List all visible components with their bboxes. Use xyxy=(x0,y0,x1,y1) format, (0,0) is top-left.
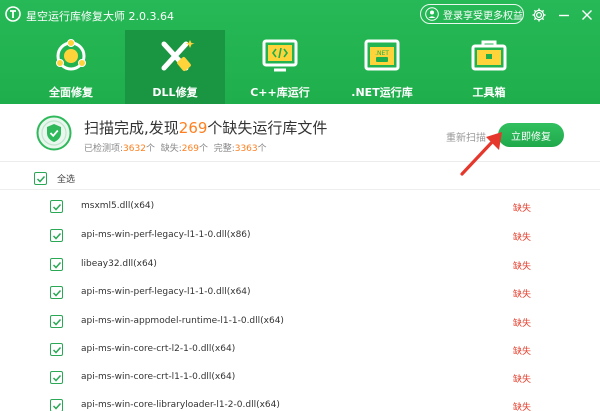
item-name: api-ms-win-perf-legacy-l1-1-0.dll(x64) xyxy=(81,287,251,297)
check-icon xyxy=(52,346,62,354)
item-status: 缺失 xyxy=(513,204,532,214)
tab-full-repair[interactable]: 全面修复 xyxy=(21,30,121,104)
item-status: 缺失 xyxy=(513,347,532,357)
select-all-checkbox[interactable] xyxy=(34,172,47,185)
item-status: 缺失 xyxy=(513,233,532,243)
code-monitor-icon xyxy=(262,39,298,72)
item-name: api-ms-win-core-crt-l2-1-0.dll(x64) xyxy=(81,344,236,354)
scan-headline: 扫描完成,发现269个缺失运行库文件 xyxy=(84,119,328,137)
item-status: 缺失 xyxy=(513,403,532,411)
check-icon xyxy=(52,232,62,240)
tab-label: C++库运行 xyxy=(250,86,310,99)
item-status: 缺失 xyxy=(513,319,532,329)
item-checkbox[interactable] xyxy=(50,343,63,356)
list-item[interactable]: api-ms-win-perf-legacy-l1-1-0.dll(x64) 缺… xyxy=(0,278,600,306)
dll-list: msxml5.dll(x64) 缺失 api-ms-win-perf-legac… xyxy=(0,192,600,411)
item-checkbox[interactable] xyxy=(50,200,63,213)
scan-stats: 已检测项:3632个 缺失:269个 完整:3363个 xyxy=(84,144,267,154)
close-icon[interactable] xyxy=(579,7,595,23)
list-item[interactable]: api-ms-win-appmodel-runtime-l1-1-0.dll(x… xyxy=(0,307,600,335)
check-icon xyxy=(52,318,62,326)
item-name: api-ms-win-core-crt-l1-1-0.dll(x64) xyxy=(81,372,236,382)
item-name: api-ms-win-core-libraryloader-l1-2-0.dll… xyxy=(81,400,280,410)
select-all-row: 全选 xyxy=(0,166,600,190)
dll-tools-icon xyxy=(161,40,195,71)
tab-label: 工具箱 xyxy=(472,86,506,99)
list-item[interactable]: api-ms-win-core-libraryloader-l1-2-0.dll… xyxy=(0,391,600,411)
app-logo-icon xyxy=(5,6,21,22)
item-status: 缺失 xyxy=(513,375,532,385)
list-item[interactable]: api-ms-win-core-crt-l1-1-0.dll(x64) 缺失 xyxy=(0,363,600,391)
list-item[interactable]: libeay32.dll(x64) 缺失 xyxy=(0,250,600,278)
item-status: 缺失 xyxy=(513,290,532,300)
tab-label: .NET运行库 xyxy=(351,86,413,99)
tab-label: 全面修复 xyxy=(49,86,93,99)
login-button[interactable]: 登录享受更多权益 xyxy=(420,4,524,24)
list-item[interactable]: api-ms-win-perf-legacy-l1-1-0.dll(x86) 缺… xyxy=(0,221,600,249)
check-icon xyxy=(52,261,62,269)
toolbox-icon xyxy=(471,40,507,71)
user-icon xyxy=(425,7,439,21)
settings-gear-icon[interactable] xyxy=(531,7,547,23)
select-all-label: 全选 xyxy=(57,175,76,185)
item-name: api-ms-win-perf-legacy-l1-1-0.dll(x86) xyxy=(81,230,251,240)
check-icon xyxy=(36,175,46,183)
tab-dotnet-runtime[interactable]: .NET .NET运行库 xyxy=(332,30,432,104)
item-checkbox[interactable] xyxy=(50,371,63,384)
check-icon xyxy=(52,374,62,382)
tab-dll-repair[interactable]: DLL修复 xyxy=(125,30,225,104)
app-header: 星空运行库修复大师 2.0.3.64 登录享受更多权益 全面修复 DLL修复 C… xyxy=(0,0,600,104)
list-item[interactable]: msxml5.dll(x64) 缺失 xyxy=(0,192,600,220)
recycle-icon xyxy=(56,39,86,71)
title-bar: 星空运行库修复大师 2.0.3.64 登录享受更多权益 xyxy=(0,0,600,30)
minimize-icon[interactable] xyxy=(556,7,572,23)
tab-label: DLL修复 xyxy=(152,86,198,99)
list-item[interactable]: api-ms-win-core-crt-l2-1-0.dll(x64) 缺失 xyxy=(0,335,600,363)
app-title: 星空运行库修复大师 2.0.3.64 xyxy=(26,10,174,23)
missing-count: 269 xyxy=(178,119,208,137)
check-icon xyxy=(52,203,62,211)
item-name: api-ms-win-appmodel-runtime-l1-1-0.dll(x… xyxy=(81,316,284,326)
svg-text:.NET: .NET xyxy=(375,50,389,57)
main-tabs: 全面修复 DLL修复 C++库运行 .NET .NET运行库 工具箱 xyxy=(0,30,600,104)
item-name: msxml5.dll(x64) xyxy=(81,201,155,211)
item-checkbox[interactable] xyxy=(50,315,63,328)
shield-scan-icon xyxy=(36,115,72,151)
tab-cpp-runtime[interactable]: C++库运行 xyxy=(230,30,330,104)
item-checkbox[interactable] xyxy=(50,229,63,242)
check-icon xyxy=(52,402,62,410)
item-status: 缺失 xyxy=(513,262,532,272)
dotnet-window-icon: .NET xyxy=(364,39,400,71)
item-checkbox[interactable] xyxy=(50,286,63,299)
tab-toolbox[interactable]: 工具箱 xyxy=(439,30,539,104)
item-checkbox[interactable] xyxy=(50,399,63,411)
item-checkbox[interactable] xyxy=(50,258,63,271)
item-name: libeay32.dll(x64) xyxy=(81,259,157,269)
check-icon xyxy=(52,289,62,297)
login-label: 登录享受更多权益 xyxy=(443,10,523,22)
